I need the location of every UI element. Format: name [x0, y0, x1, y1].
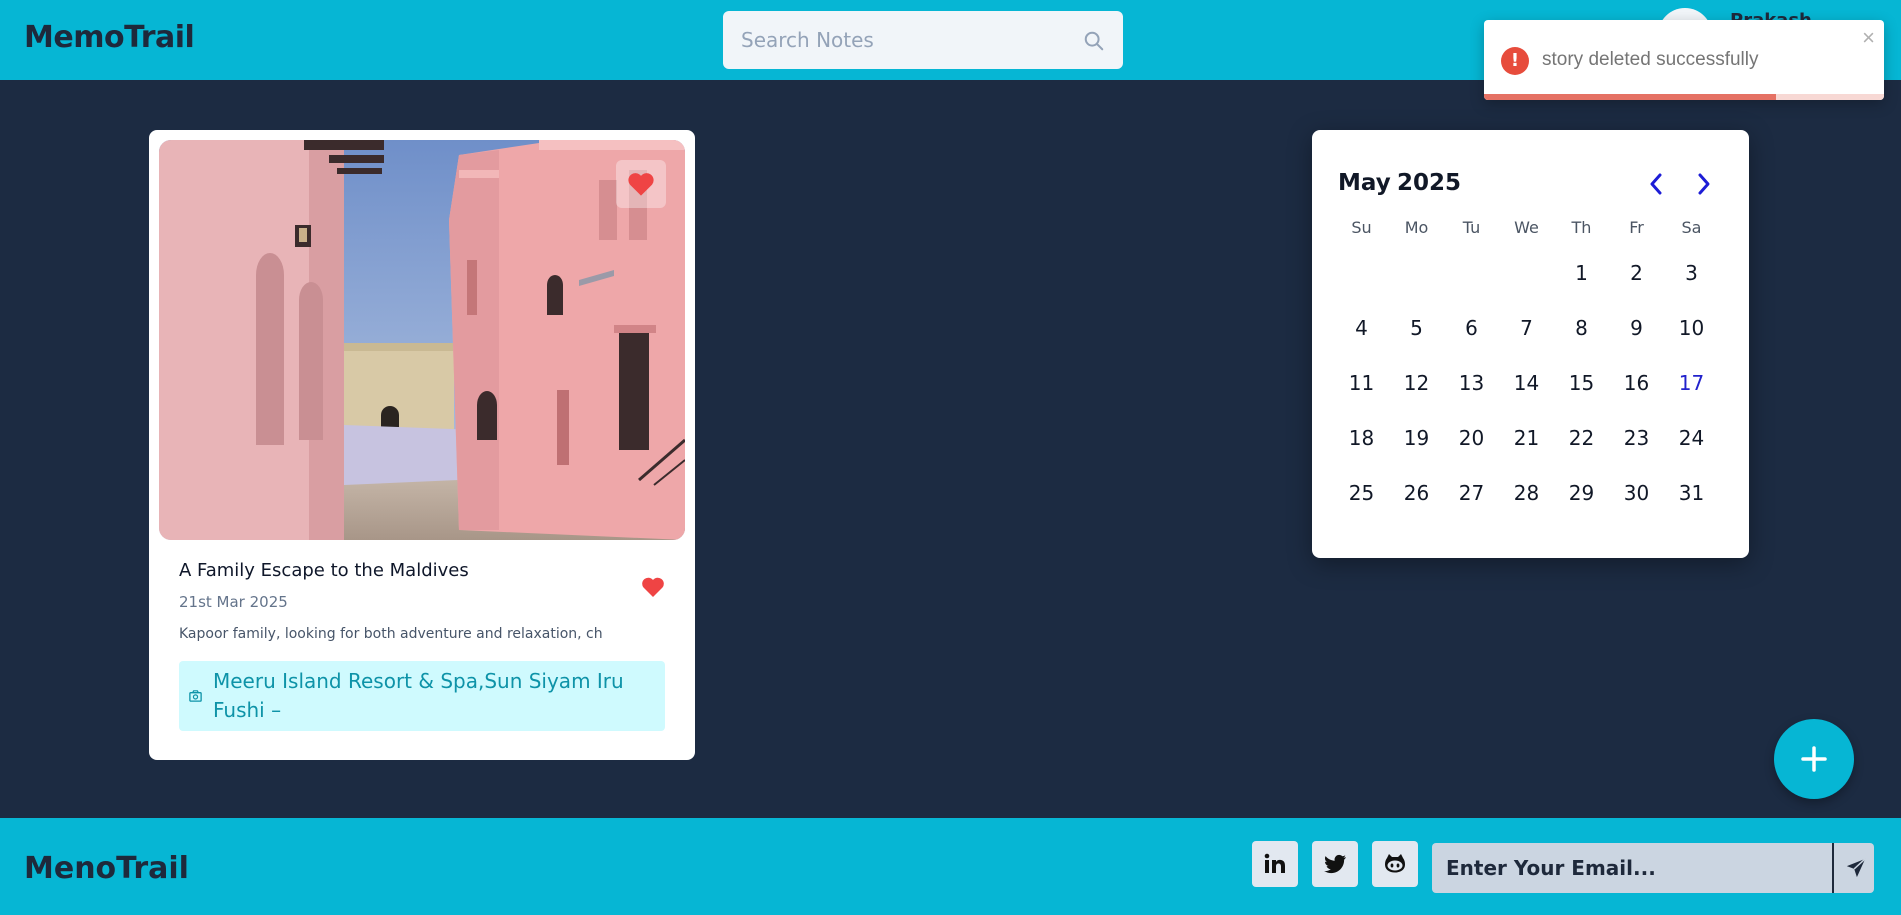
calendar-day[interactable]: 5: [1389, 301, 1444, 356]
calendar-day[interactable]: 8: [1554, 301, 1609, 356]
location-icon: [189, 690, 202, 702]
calendar-day[interactable]: 15: [1554, 356, 1609, 411]
chevron-right-icon[interactable]: [1696, 172, 1712, 196]
calendar-day[interactable]: 2: [1609, 246, 1664, 301]
calendar-day[interactable]: 19: [1389, 411, 1444, 466]
calendar-day[interactable]: 1: [1554, 246, 1609, 301]
search-input[interactable]: [741, 11, 1071, 69]
calendar-day-today[interactable]: 17: [1664, 356, 1719, 411]
location-text: Meeru Island Resort & Spa,Sun Siyam Iru …: [213, 669, 624, 722]
calendar-day[interactable]: 22: [1554, 411, 1609, 466]
search-icon[interactable]: [1083, 30, 1105, 52]
calendar-day[interactable]: 27: [1444, 466, 1499, 521]
calendar-empty-cell: [1389, 246, 1444, 301]
weekday-header: Sa: [1681, 218, 1702, 237]
calendar-day[interactable]: 26: [1389, 466, 1444, 521]
toast-close-button[interactable]: ×: [1862, 25, 1875, 51]
linkedin-link[interactable]: [1252, 841, 1298, 887]
weekday-header: Th: [1571, 218, 1592, 237]
heart-icon: [628, 173, 654, 196]
weekday-header: Fr: [1629, 218, 1644, 237]
calendar-day[interactable]: 31: [1664, 466, 1719, 521]
calendar-day[interactable]: 9: [1609, 301, 1664, 356]
calendar-day[interactable]: 20: [1444, 411, 1499, 466]
story-photo: [159, 140, 685, 540]
footer: MenoTrail: [0, 818, 1901, 915]
calendar-empty-cell: [1334, 246, 1389, 301]
calendar-day[interactable]: 23: [1609, 411, 1664, 466]
calendar-empty-cell: [1444, 246, 1499, 301]
app-logo[interactable]: MemoTrail: [24, 20, 195, 55]
calendar: May 2025 Su Mo Tu We Th Fr Sa 1 2 3 4 5 6 7 8 9 10 11 12 13…: [1312, 130, 1749, 558]
calendar-day[interactable]: 6: [1444, 301, 1499, 356]
toast-notification: ! story deleted successfully ×: [1484, 20, 1884, 100]
linkedin-icon: [1264, 853, 1285, 873]
calendar-month: May: [1338, 170, 1391, 196]
image-favorite-button[interactable]: [616, 160, 666, 208]
heart-icon: [642, 577, 664, 597]
send-icon: [1846, 858, 1866, 878]
favorite-button[interactable]: [641, 576, 665, 602]
calendar-day[interactable]: 12: [1389, 356, 1444, 411]
toast-progress-track: [1484, 94, 1884, 100]
twitter-icon: [1324, 854, 1346, 874]
calendar-day[interactable]: 28: [1499, 466, 1554, 521]
calendar-day[interactable]: 24: [1664, 411, 1719, 466]
calendar-day[interactable]: 29: [1554, 466, 1609, 521]
location-chip: Meeru Island Resort & Spa,Sun Siyam Iru …: [179, 661, 665, 731]
calendar-day[interactable]: 4: [1334, 301, 1389, 356]
github-link[interactable]: [1372, 841, 1418, 887]
weekday-header: Tu: [1462, 218, 1481, 237]
calendar-day[interactable]: 21: [1499, 411, 1554, 466]
footer-logo: MenoTrail: [24, 851, 189, 886]
calendar-grid: Su Mo Tu We Th Fr Sa 1 2 3 4 5 6 7 8 9 10 11 12 13 14 15 16 17 1…: [1334, 210, 1719, 521]
weekday-header: Su: [1351, 218, 1372, 237]
calendar-day[interactable]: 3: [1664, 246, 1719, 301]
toast-message: story deleted successfully: [1542, 49, 1759, 70]
divider: [1832, 843, 1834, 893]
calendar-day[interactable]: 13: [1444, 356, 1499, 411]
github-icon: [1385, 854, 1405, 873]
add-story-button[interactable]: [1774, 719, 1854, 799]
calendar-day[interactable]: 14: [1499, 356, 1554, 411]
calendar-day[interactable]: 10: [1664, 301, 1719, 356]
story-excerpt: Kapoor family, looking for both adventur…: [179, 626, 603, 642]
calendar-day[interactable]: 7: [1499, 301, 1554, 356]
story-image[interactable]: [159, 140, 685, 540]
calendar-day[interactable]: 25: [1334, 466, 1389, 521]
calendar-day[interactable]: 16: [1609, 356, 1664, 411]
chevron-left-icon[interactable]: [1648, 172, 1664, 196]
toast-progress-bar: [1484, 94, 1776, 100]
calendar-year: 2025: [1397, 170, 1462, 196]
plus-icon: [1801, 746, 1827, 772]
newsletter-form: [1432, 843, 1874, 893]
error-icon: !: [1501, 47, 1529, 75]
send-button[interactable]: [1836, 843, 1874, 893]
weekday-header: We: [1514, 218, 1539, 237]
search-bar: [723, 11, 1123, 69]
story-title[interactable]: A Family Escape to the Maldives: [179, 560, 469, 581]
calendar-empty-cell: [1499, 246, 1554, 301]
calendar-day[interactable]: 18: [1334, 411, 1389, 466]
calendar-day[interactable]: 30: [1609, 466, 1664, 521]
calendar-day[interactable]: 11: [1334, 356, 1389, 411]
email-field[interactable]: [1446, 843, 1836, 893]
twitter-link[interactable]: [1312, 841, 1358, 887]
story-date: 21st Mar 2025: [179, 593, 288, 611]
weekday-header: Mo: [1404, 218, 1429, 237]
